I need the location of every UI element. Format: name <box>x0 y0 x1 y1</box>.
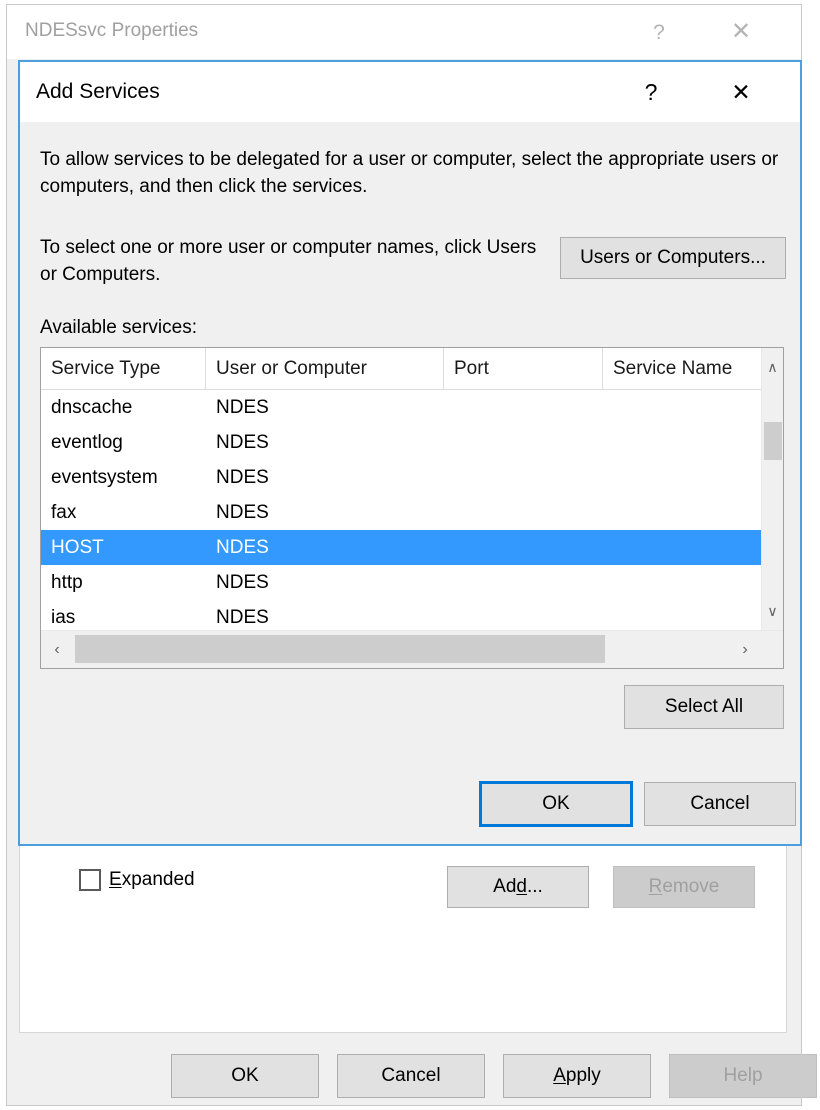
available-services-label: Available services: <box>40 317 197 339</box>
apply-accel-char: A <box>553 1065 566 1087</box>
parent-close-icon[interactable]: ✕ <box>711 5 771 59</box>
listview-vertical-scrollbar[interactable]: ∧ ∨ <box>761 348 783 630</box>
column-header-user-or-computer[interactable]: User or Computer <box>206 348 444 390</box>
cell-user-or-computer: NDES <box>216 495 444 530</box>
modal-cancel-button[interactable]: Cancel <box>644 782 796 826</box>
table-row[interactable]: eventlog NDES <box>41 425 763 460</box>
parent-help-icon[interactable]: ? <box>629 5 689 59</box>
column-header-service-type[interactable]: Service Type <box>41 348 206 390</box>
expanded-checkbox-row[interactable]: Expanded <box>79 869 195 891</box>
cell-service-type: eventlog <box>51 425 206 460</box>
modal-titlebar: Add Services ? ✕ <box>20 62 800 122</box>
modal-help-icon[interactable]: ? <box>620 62 682 122</box>
modal-ok-button[interactable]: OK <box>480 782 632 826</box>
cell-service-name <box>613 600 763 630</box>
scroll-left-icon[interactable]: ‹ <box>43 631 71 668</box>
scroll-right-icon[interactable]: › <box>731 631 759 668</box>
users-or-computers-button[interactable]: Users or Computers... <box>560 237 786 279</box>
cell-service-name <box>613 530 763 565</box>
intro-text: To allow services to be delegated for a … <box>40 147 782 201</box>
cell-user-or-computer: NDES <box>216 425 444 460</box>
add-services-dialog: Add Services ? ✕ To allow services to be… <box>18 60 802 846</box>
cell-service-name <box>613 565 763 600</box>
table-row[interactable]: fax NDES <box>41 495 763 530</box>
cell-service-name <box>613 495 763 530</box>
cell-service-type: http <box>51 565 206 600</box>
footer-apply-button[interactable]: Apply <box>503 1054 651 1098</box>
remove-button: Remove <box>613 866 755 908</box>
expanded-label-rest: xpanded <box>122 869 195 890</box>
cell-port <box>454 565 603 600</box>
cell-service-name <box>613 390 763 425</box>
cell-user-or-computer: NDES <box>216 460 444 495</box>
listview-header: Service Type User or Computer Port Servi… <box>41 348 783 390</box>
scroll-up-icon[interactable]: ∧ <box>762 352 783 382</box>
select-instruction-text: To select one or more user or computer n… <box>40 235 540 289</box>
apply-label-suffix: pply <box>566 1065 601 1087</box>
cell-service-type: dnscache <box>51 390 206 425</box>
modal-close-icon[interactable]: ✕ <box>710 62 772 122</box>
column-header-service-name[interactable]: Service Name <box>603 348 763 390</box>
vertical-scrollbar-thumb[interactable] <box>764 422 782 460</box>
table-row[interactable]: ias NDES <box>41 600 763 630</box>
cell-port <box>454 460 603 495</box>
parent-window-title: NDESsvc Properties <box>25 20 198 42</box>
expanded-checkbox-label[interactable]: Expanded <box>109 869 195 891</box>
table-row[interactable]: eventsystem NDES <box>41 460 763 495</box>
scroll-down-icon[interactable]: ∨ <box>762 596 783 626</box>
horizontal-scrollbar-thumb[interactable] <box>75 635 605 663</box>
add-label-suffix: ... <box>527 876 543 898</box>
column-header-port[interactable]: Port <box>444 348 603 390</box>
cell-user-or-computer: NDES <box>216 565 444 600</box>
parent-footer-button-bar: OK Cancel Apply Help <box>7 1054 801 1104</box>
cell-port <box>454 390 603 425</box>
add-accel-char: d <box>516 876 527 898</box>
cell-user-or-computer: NDES <box>216 600 444 630</box>
cell-service-type: HOST <box>51 530 206 565</box>
cell-port <box>454 425 603 460</box>
modal-body: To allow services to be delegated for a … <box>20 122 800 844</box>
cell-port <box>454 530 603 565</box>
cell-service-name <box>613 460 763 495</box>
modal-title: Add Services <box>36 80 160 104</box>
footer-cancel-button[interactable]: Cancel <box>337 1054 485 1098</box>
cell-user-or-computer: NDES <box>216 390 444 425</box>
listview-horizontal-scrollbar[interactable]: ‹ › <box>41 630 783 668</box>
expanded-accel-char: E <box>109 869 122 890</box>
footer-help-button: Help <box>669 1054 817 1098</box>
cell-port <box>454 600 603 630</box>
table-row[interactable]: http NDES <box>41 565 763 600</box>
cell-user-or-computer: NDES <box>216 530 444 565</box>
select-all-button[interactable]: Select All <box>624 685 784 729</box>
cell-service-name <box>613 425 763 460</box>
cell-port <box>454 495 603 530</box>
add-label-prefix: Ad <box>493 876 516 898</box>
listview-rows: dnscache NDES eventlog NDES eventsystem … <box>41 390 763 630</box>
parent-titlebar: NDESsvc Properties ? ✕ <box>7 5 801 59</box>
available-services-listview[interactable]: Service Type User or Computer Port Servi… <box>40 347 784 669</box>
cell-service-type: fax <box>51 495 206 530</box>
table-row[interactable]: dnscache NDES <box>41 390 763 425</box>
cell-service-type: ias <box>51 600 206 630</box>
cell-service-type: eventsystem <box>51 460 206 495</box>
add-button[interactable]: Add... <box>447 866 589 908</box>
table-row-selected[interactable]: HOST NDES <box>41 530 763 565</box>
remove-label-suffix: emove <box>662 876 719 898</box>
footer-ok-button[interactable]: OK <box>171 1054 319 1098</box>
expanded-checkbox-box[interactable] <box>79 869 101 891</box>
remove-accel-char: R <box>649 876 663 898</box>
